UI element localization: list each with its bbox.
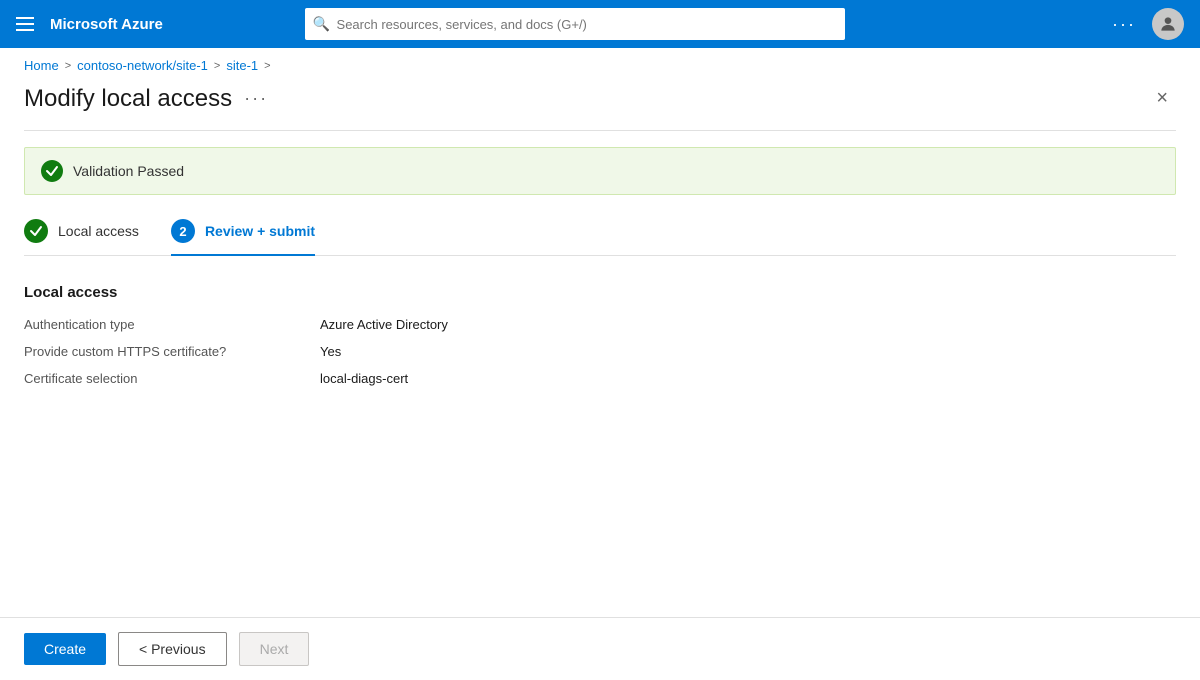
step-2-circle: 2: [171, 219, 195, 243]
breadcrumb-home[interactable]: Home: [24, 58, 59, 73]
field-label-auth: Authentication type: [24, 317, 304, 332]
step-review-submit[interactable]: 2 Review + submit: [171, 219, 315, 255]
page-header: Modify local access ··· ×: [24, 83, 1176, 131]
create-button[interactable]: Create: [24, 633, 106, 665]
breadcrumb-site[interactable]: site-1: [226, 58, 258, 73]
page-menu-button[interactable]: ···: [244, 88, 268, 109]
next-button: Next: [239, 632, 310, 666]
validation-text: Validation Passed: [73, 163, 184, 179]
breadcrumb: Home > contoso-network/site-1 > site-1 >: [0, 48, 1200, 83]
breadcrumb-sep-3: >: [264, 60, 270, 72]
step-1-label: Local access: [58, 223, 139, 239]
user-avatar[interactable]: [1152, 8, 1184, 40]
previous-button[interactable]: < Previous: [118, 632, 227, 666]
field-value-cert: Yes: [320, 344, 1176, 359]
search-icon: 🔍: [313, 16, 330, 33]
topbar: Microsoft Azure 🔍 ···: [0, 0, 1200, 48]
step-1-circle: [24, 219, 48, 243]
close-button[interactable]: ×: [1148, 83, 1176, 114]
breadcrumb-sep-2: >: [214, 60, 220, 72]
field-value-auth: Azure Active Directory: [320, 317, 1176, 332]
step-local-access[interactable]: Local access: [24, 219, 139, 255]
breadcrumb-sep-1: >: [65, 60, 71, 72]
topbar-right: ···: [1112, 8, 1184, 40]
step-2-label: Review + submit: [205, 223, 315, 239]
breadcrumb-network[interactable]: contoso-network/site-1: [77, 58, 208, 73]
page-title: Modify local access: [24, 85, 232, 113]
field-value-cert-sel: local-diags-cert: [320, 371, 1176, 386]
search-input[interactable]: [305, 8, 845, 40]
field-label-cert-sel: Certificate selection: [24, 371, 304, 386]
topbar-more-button[interactable]: ···: [1112, 14, 1136, 35]
field-table: Authentication type Azure Active Directo…: [24, 317, 1176, 386]
page-header-left: Modify local access ···: [24, 85, 268, 113]
azure-logo: Microsoft Azure: [50, 16, 163, 33]
steps-row: Local access 2 Review + submit: [24, 219, 1176, 256]
search-container: 🔍: [305, 8, 845, 40]
footer: Create < Previous Next: [0, 617, 1200, 680]
field-label-cert: Provide custom HTTPS certificate?: [24, 344, 304, 359]
section-title: Local access: [24, 284, 1176, 301]
validation-banner: Validation Passed: [24, 147, 1176, 195]
validation-icon: [41, 160, 63, 182]
main-content: Modify local access ··· × Validation Pas…: [0, 83, 1200, 617]
hamburger-menu[interactable]: [16, 17, 34, 31]
